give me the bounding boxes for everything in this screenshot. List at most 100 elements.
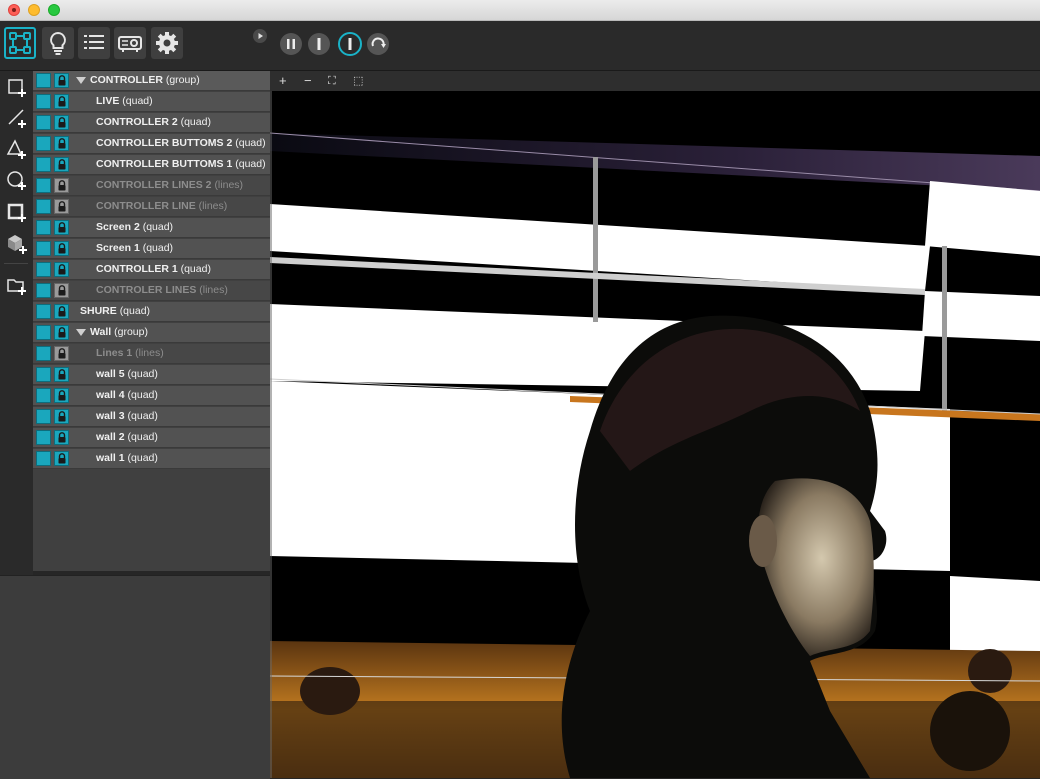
zoom-window-button[interactable] <box>48 4 60 16</box>
visibility-toggle[interactable] <box>36 241 51 256</box>
layer-row[interactable]: wall 5 (quad) <box>33 365 270 385</box>
lock-toggle[interactable] <box>54 388 69 403</box>
visibility-toggle[interactable] <box>36 388 51 403</box>
visibility-toggle[interactable] <box>36 262 51 277</box>
add-line-tool[interactable] <box>5 106 29 130</box>
fit-view-button[interactable]: ⛶ <box>328 73 336 89</box>
lock-icon <box>58 117 66 128</box>
play-button[interactable] <box>338 32 362 56</box>
lock-icon <box>58 75 66 86</box>
visibility-toggle[interactable] <box>36 178 51 193</box>
mapping-mode-button[interactable] <box>4 27 36 59</box>
visibility-toggle[interactable] <box>36 451 51 466</box>
pause-button[interactable] <box>280 33 302 55</box>
layer-row[interactable]: SHURE (quad) <box>33 302 270 322</box>
loop-button[interactable] <box>367 33 389 55</box>
output-canvas[interactable] <box>270 91 1040 778</box>
layer-type: (quad) <box>142 242 174 254</box>
visibility-toggle[interactable] <box>36 94 51 109</box>
zoom-in-button[interactable]: + <box>279 73 287 89</box>
close-window-button[interactable] <box>8 4 20 16</box>
visibility-toggle[interactable] <box>36 304 51 319</box>
lock-toggle[interactable] <box>54 283 69 298</box>
lock-toggle[interactable] <box>54 241 69 256</box>
projector-button[interactable] <box>114 27 146 59</box>
lock-icon <box>58 327 66 338</box>
visibility-toggle[interactable] <box>36 157 51 172</box>
lock-toggle[interactable] <box>54 367 69 382</box>
visibility-toggle[interactable] <box>36 325 51 340</box>
visibility-toggle[interactable] <box>36 409 51 424</box>
visibility-toggle[interactable] <box>36 73 51 88</box>
layer-row[interactable]: wall 2 (quad) <box>33 428 270 448</box>
lock-icon <box>58 222 66 233</box>
layer-type: (quad) <box>127 431 158 443</box>
layer-type: (lines) <box>135 347 164 359</box>
layer-name: CONTROLLER <box>90 74 163 86</box>
layer-row[interactable]: Wall (group) <box>33 323 270 343</box>
layer-row[interactable]: CONTROLLER BUTTOMS 2 (quad) <box>33 134 270 154</box>
lock-toggle[interactable] <box>54 73 69 88</box>
add-folder-tool[interactable] <box>5 273 29 297</box>
layer-row[interactable]: CONTROLLER 2 (quad) <box>33 113 270 133</box>
layer-name: wall 4 <box>96 389 125 401</box>
layer-row[interactable]: CONTROLLER 1 (quad) <box>33 260 270 280</box>
layer-type: (quad) <box>122 95 153 107</box>
lock-toggle[interactable] <box>54 178 69 193</box>
select-area-button[interactable]: ⬚ <box>353 73 363 89</box>
layer-row[interactable]: Lines 1 (lines) <box>33 344 270 364</box>
visibility-toggle[interactable] <box>36 367 51 382</box>
settings-button[interactable] <box>151 27 183 59</box>
layer-row[interactable]: CONTROLER LINES (lines) <box>33 281 270 301</box>
layer-name: wall 1 <box>96 452 125 464</box>
layer-row[interactable]: LIVE (quad) <box>33 92 270 112</box>
visibility-toggle[interactable] <box>36 346 51 361</box>
lightbulb-button[interactable] <box>42 27 74 59</box>
layer-row[interactable]: CONTROLLER LINES 2 (lines) <box>33 176 270 196</box>
lock-toggle[interactable] <box>54 325 69 340</box>
add-triangle-tool[interactable] <box>5 137 29 161</box>
lock-toggle[interactable] <box>54 115 69 130</box>
layer-row[interactable]: CONTROLLER BUTTOMS 1 (quad) <box>33 155 270 175</box>
visibility-toggle[interactable] <box>36 115 51 130</box>
layer-type: (group) <box>114 326 148 338</box>
visibility-toggle[interactable] <box>36 199 51 214</box>
stop-button[interactable] <box>308 33 330 55</box>
visibility-toggle[interactable] <box>36 136 51 151</box>
expand-caret-icon[interactable] <box>76 77 86 84</box>
lock-toggle[interactable] <box>54 157 69 172</box>
add-mesh-tool[interactable] <box>5 200 29 224</box>
visibility-toggle[interactable] <box>36 283 51 298</box>
layer-row[interactable]: Screen 2 (quad) <box>33 218 270 238</box>
lock-toggle[interactable] <box>54 451 69 466</box>
add-quad-tool[interactable] <box>5 75 29 99</box>
visibility-toggle[interactable] <box>36 430 51 445</box>
zoom-out-button[interactable]: − <box>304 73 312 89</box>
lock-toggle[interactable] <box>54 346 69 361</box>
add-3d-tool[interactable] <box>5 232 29 256</box>
layer-name: Wall <box>90 326 112 338</box>
lock-toggle[interactable] <box>54 262 69 277</box>
layer-row[interactable]: Screen 1 (quad) <box>33 239 270 259</box>
add-ellipse-tool[interactable] <box>5 168 29 192</box>
list-button[interactable] <box>78 27 110 59</box>
layer-row[interactable]: CONTROLLER (group) <box>33 71 270 91</box>
visibility-toggle[interactable] <box>36 220 51 235</box>
lock-toggle[interactable] <box>54 304 69 319</box>
lock-toggle[interactable] <box>54 430 69 445</box>
expand-toggle-button[interactable] <box>253 29 267 43</box>
lock-toggle[interactable] <box>54 94 69 109</box>
lock-toggle[interactable] <box>54 220 69 235</box>
layer-row[interactable]: wall 4 (quad) <box>33 386 270 406</box>
lock-toggle[interactable] <box>54 136 69 151</box>
expand-caret-icon[interactable] <box>76 329 86 336</box>
layer-name: wall 2 <box>96 431 125 443</box>
lock-toggle[interactable] <box>54 409 69 424</box>
layer-label: CONTROLLER 2 (quad) <box>96 116 211 128</box>
layer-label: wall 4 (quad) <box>96 389 158 401</box>
minimize-window-button[interactable] <box>28 4 40 16</box>
layer-row[interactable]: CONTROLLER LINE (lines) <box>33 197 270 217</box>
layer-row[interactable]: wall 3 (quad) <box>33 407 270 427</box>
layer-row[interactable]: wall 1 (quad) <box>33 449 270 469</box>
lock-toggle[interactable] <box>54 199 69 214</box>
